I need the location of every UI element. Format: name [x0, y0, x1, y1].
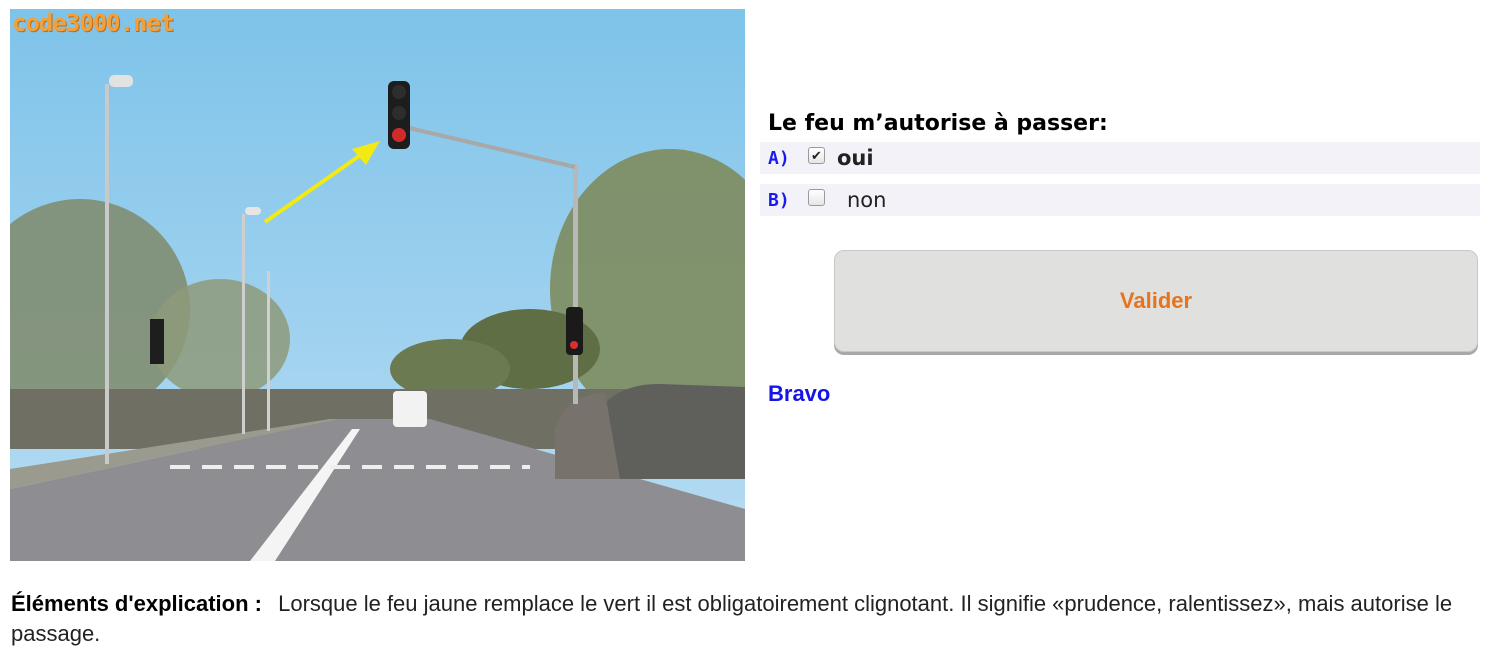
answer-option-a[interactable]: A) ✔ oui	[760, 142, 1480, 174]
answer-b-checkbox[interactable]	[808, 188, 825, 206]
question-text: Le feu m’autorise à passer:	[768, 111, 1108, 136]
traffic-light-scene	[10, 9, 745, 561]
result-feedback: Bravo	[768, 381, 831, 406]
site-watermark: code3000.net	[12, 9, 174, 37]
answer-label[interactable]: non	[847, 188, 886, 212]
answer-a-checkbox[interactable]: ✔	[808, 146, 825, 164]
answer-letter: A)	[768, 147, 790, 169]
valider-button[interactable]: Valider	[834, 250, 1478, 352]
question-photo: code3000.net	[10, 9, 745, 561]
explanation-block: Éléments d'explication : Lorsque le feu …	[11, 589, 1461, 649]
explanation-label: Éléments d'explication :	[11, 591, 262, 616]
answer-label[interactable]: oui	[837, 146, 874, 170]
answer-option-b[interactable]: B) non	[760, 184, 1480, 216]
answer-letter: B)	[768, 189, 790, 211]
